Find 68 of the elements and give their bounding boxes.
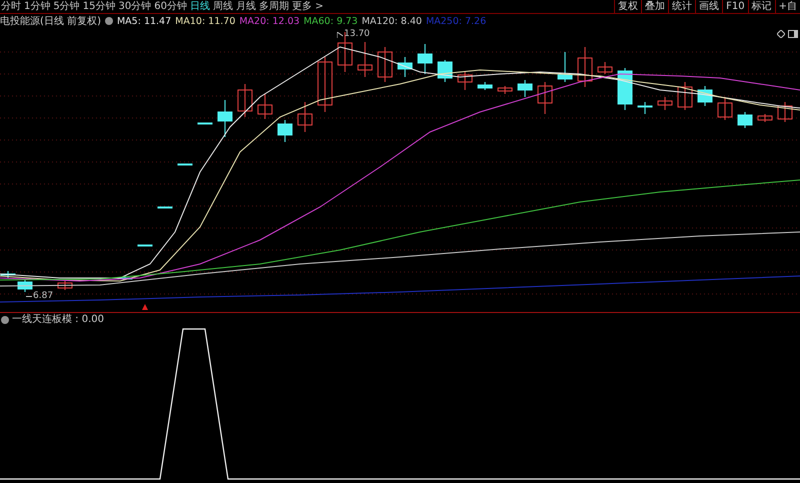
- toolbar-button[interactable]: F10: [722, 0, 748, 13]
- candlestick: [678, 82, 692, 110]
- moving-average-value: MA10: 11.70: [175, 14, 236, 28]
- indicator-label: 一线天连板模 : 0.00: [12, 315, 104, 325]
- candlestick: [618, 68, 632, 110]
- candlestick: [58, 280, 72, 290]
- candlestick: [758, 114, 772, 122]
- period-tab[interactable]: 日线: [190, 0, 210, 13]
- candlestick: [578, 46, 592, 88]
- candlestick: [378, 46, 392, 82]
- candlestick: [558, 52, 572, 82]
- candlestick: [398, 56, 412, 78]
- candlestick: [778, 102, 792, 122]
- moving-average-value: MA5: 11.47: [116, 14, 172, 28]
- candlestick: [318, 56, 332, 112]
- settings-icon[interactable]: [1, 316, 9, 324]
- candlestick: [698, 86, 712, 106]
- period-tab[interactable]: 更多 >: [292, 0, 324, 13]
- candlestick: [358, 42, 372, 78]
- period-tab[interactable]: 分时: [1, 0, 21, 13]
- candlestick: [718, 96, 732, 120]
- candlestick: [498, 86, 512, 94]
- moving-average-value: MA120: 8.40: [362, 14, 422, 28]
- candlestick: [458, 72, 472, 90]
- toolbar-button[interactable]: 标记: [748, 0, 775, 13]
- candlestick: [18, 280, 32, 292]
- candlestick: [0, 270, 16, 278]
- period-tab[interactable]: 月线: [236, 0, 256, 13]
- candlestick: [118, 276, 132, 280]
- candlestick: [438, 60, 452, 82]
- toolbar-button[interactable]: 统计: [668, 0, 696, 13]
- candlestick: [198, 122, 212, 124]
- candlestick: [278, 120, 292, 142]
- toolbar-button[interactable]: 复权: [614, 0, 642, 13]
- period-tab[interactable]: 周线: [212, 0, 233, 13]
- candlestick: [638, 102, 652, 114]
- toolbar-button[interactable]: 画线: [695, 0, 722, 13]
- moving-average-value: MA20: 12.03: [239, 14, 300, 28]
- toolbar-button[interactable]: +自: [774, 0, 800, 13]
- candlestick: [658, 96, 672, 110]
- period-tab[interactable]: 1分钟: [24, 0, 50, 13]
- period-tab[interactable]: 多周期: [258, 0, 289, 13]
- candlestick: [238, 84, 252, 118]
- candlestick: [418, 44, 432, 74]
- diamond-icon[interactable]: [777, 30, 785, 38]
- pointer-line-icon: [337, 32, 343, 38]
- marker-arrow-icon: [142, 304, 148, 310]
- candlestick: [518, 80, 532, 98]
- candlestick: [298, 102, 312, 132]
- period-tab[interactable]: 5分钟: [53, 0, 80, 13]
- candlestick: [738, 112, 752, 128]
- period-tab[interactable]: 60分钟: [154, 0, 187, 13]
- candlestick: [218, 100, 232, 138]
- toolbar-button[interactable]: 叠加: [641, 0, 668, 13]
- candlestick: [158, 206, 172, 208]
- panel-icon[interactable]: [788, 30, 798, 38]
- chart-title: 电投能源(日线 前复权): [0, 14, 101, 28]
- period-tab[interactable]: 15分钟: [82, 0, 116, 13]
- settings-icon[interactable]: [104, 17, 113, 25]
- low-price-label: 6.87: [33, 292, 54, 301]
- period-tab[interactable]: 30分钟: [118, 0, 152, 13]
- candlestick: [258, 94, 272, 120]
- candlestick: [178, 164, 192, 166]
- candlestick: [138, 244, 152, 246]
- candlestick: [598, 62, 612, 74]
- moving-average-value: MA250: 7.26: [426, 14, 486, 28]
- candlestick: [538, 82, 552, 114]
- moving-average-value: MA60: 9.73: [304, 14, 358, 28]
